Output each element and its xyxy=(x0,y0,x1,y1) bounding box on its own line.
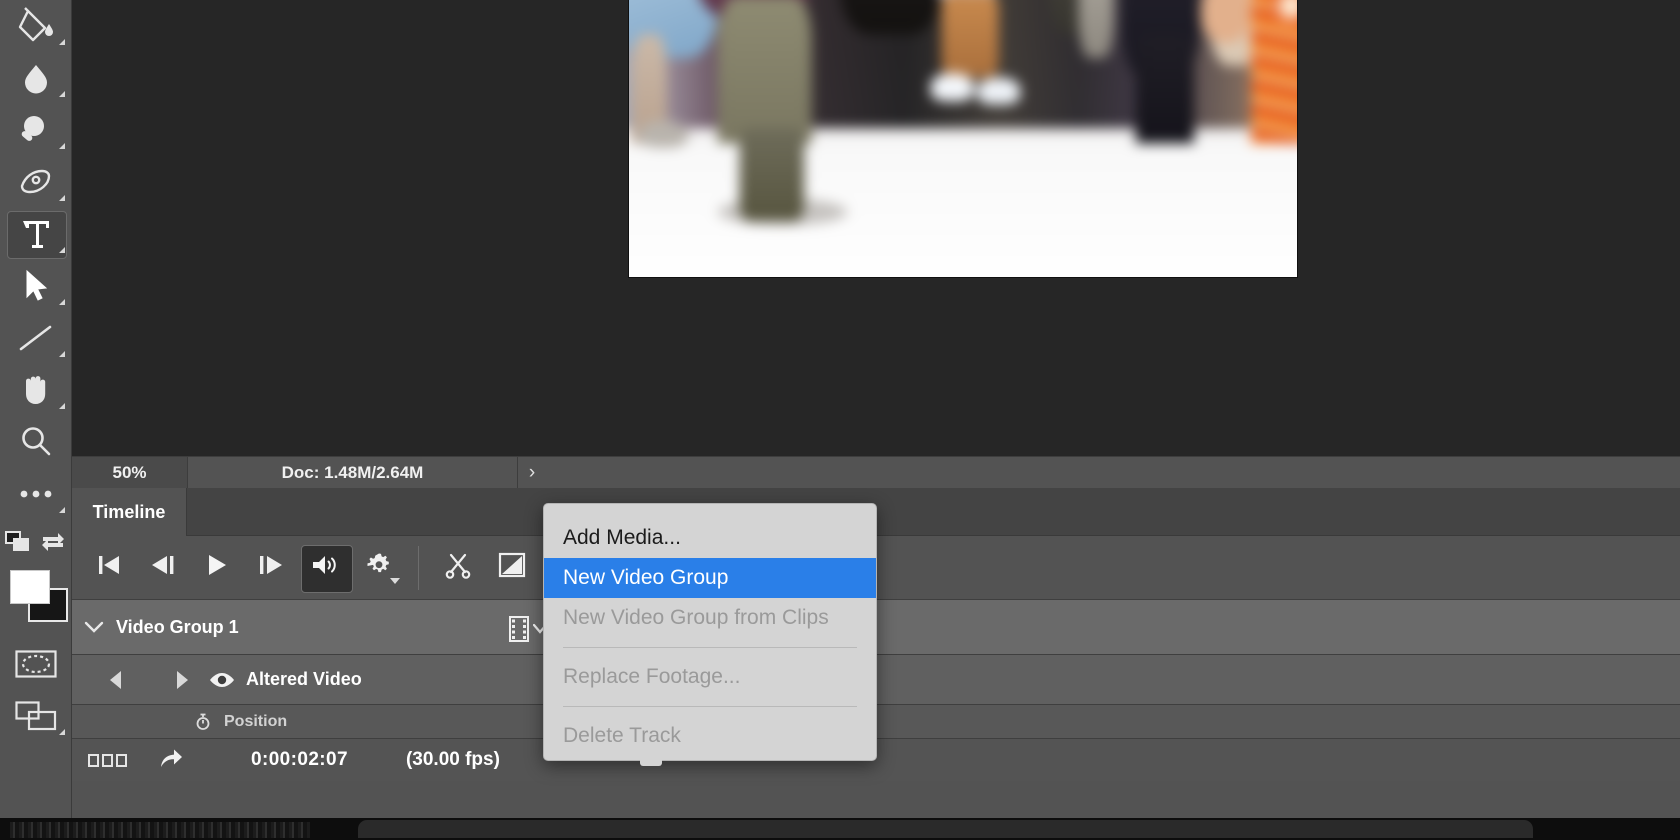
transition-button[interactable] xyxy=(485,544,539,592)
line-tool[interactable] xyxy=(0,312,72,364)
menu-item-add-media[interactable]: Add Media... xyxy=(544,518,876,558)
type-text-icon xyxy=(21,218,51,250)
screen-mode-button[interactable] xyxy=(0,690,72,742)
step-forward-icon xyxy=(257,554,285,581)
screen-mode-icon xyxy=(15,701,57,731)
render-video-button[interactable] xyxy=(157,746,185,775)
menu-item-new-video-group-from-clips[interactable]: New Video Group from Clips xyxy=(544,598,876,638)
speaker-audio-icon xyxy=(310,553,340,582)
arrow-cursor-icon xyxy=(23,269,49,303)
tool-corner-icon xyxy=(59,299,65,305)
type-tool[interactable] xyxy=(0,208,72,260)
chevron-down-icon xyxy=(390,577,400,584)
line-icon xyxy=(18,323,54,353)
default-colors-button[interactable] xyxy=(0,531,36,553)
paint-bucket-icon xyxy=(16,7,56,45)
video-frame-image xyxy=(629,0,1297,277)
photoshop-window: 50% Doc: 1.48M/2.64M › Timeline Video Gr… xyxy=(0,0,1680,840)
water-drop-icon xyxy=(19,60,53,96)
document-canvas[interactable] xyxy=(628,0,1298,278)
share-arrow-icon xyxy=(161,749,182,767)
audio-button[interactable] xyxy=(298,544,353,593)
filmstrip-icon[interactable] xyxy=(508,616,547,642)
menu-separator xyxy=(563,647,857,648)
menu-item-replace-footage[interactable]: Replace Footage... xyxy=(544,657,876,697)
previous-clip-button[interactable] xyxy=(96,670,136,690)
settings-gear-button[interactable] xyxy=(352,544,406,592)
color-swatches[interactable] xyxy=(0,564,72,638)
paint-bucket-tool[interactable] xyxy=(0,0,72,52)
horizontal-scrollbar[interactable] xyxy=(358,820,1533,838)
video-group-label: Video Group 1 xyxy=(116,616,239,637)
blur-tool[interactable] xyxy=(0,52,72,104)
dodge-icon xyxy=(17,112,55,148)
ellipsis-icon xyxy=(18,487,54,501)
status-bar: 50% Doc: 1.48M/2.64M › xyxy=(72,456,1680,489)
tool-corner-icon xyxy=(59,91,65,97)
swap-colors-button[interactable] xyxy=(36,531,72,553)
default-colors-icon xyxy=(4,531,29,551)
menu-separator xyxy=(563,706,857,707)
dock-thumbnails xyxy=(10,822,310,838)
transition-icon xyxy=(498,552,526,583)
menu-item-delete-track[interactable]: Delete Track xyxy=(544,716,876,756)
skip-to-start-icon xyxy=(96,554,122,581)
tool-corner-icon xyxy=(59,39,65,45)
tool-corner-icon xyxy=(59,729,65,735)
pen-nib-icon xyxy=(16,165,56,199)
tool-corner-icon xyxy=(59,195,65,201)
path-selection-tool[interactable] xyxy=(0,260,72,312)
layer-name-label: Altered Video xyxy=(246,669,362,689)
foreground-color-swatch[interactable] xyxy=(10,570,50,604)
play-button[interactable] xyxy=(190,544,244,592)
frame-rate-label[interactable]: (30.00 fps) xyxy=(406,749,500,771)
hand-tool[interactable] xyxy=(0,364,72,416)
scissors-icon xyxy=(444,551,472,584)
current-timecode[interactable]: 0:00:02:07 xyxy=(251,749,348,771)
frame-cell-icon xyxy=(88,753,99,767)
tool-corner-icon xyxy=(59,247,65,253)
zoom-level-field[interactable]: 50% xyxy=(72,456,188,489)
tool-corner-icon xyxy=(59,507,65,513)
convert-to-frame-animation-button[interactable] xyxy=(88,753,127,767)
status-expand-arrow-icon[interactable]: › xyxy=(518,462,546,484)
canvas-workspace[interactable] xyxy=(72,0,1680,456)
edit-toolbar-tool[interactable] xyxy=(0,468,72,520)
frame-cell-icon xyxy=(116,753,127,767)
quick-mask-icon xyxy=(15,650,57,678)
timeline-context-menu[interactable]: Add Media... New Video Group New Video G… xyxy=(543,503,877,761)
swap-arrows-icon xyxy=(42,533,65,551)
play-icon xyxy=(205,553,229,582)
tools-panel xyxy=(0,0,72,840)
go-to-first-frame-button[interactable] xyxy=(82,544,136,592)
eye-icon xyxy=(210,672,234,687)
layer-visibility-toggle[interactable] xyxy=(202,670,242,690)
step-back-icon xyxy=(149,554,177,581)
tool-corner-icon xyxy=(59,403,65,409)
menu-item-new-video-group[interactable]: New Video Group xyxy=(544,558,876,598)
tool-corner-icon xyxy=(59,143,65,149)
pen-tool[interactable] xyxy=(0,156,72,208)
previous-frame-button[interactable] xyxy=(136,544,190,592)
context-menu-nub xyxy=(640,757,662,766)
frame-cell-icon xyxy=(102,753,113,767)
stopwatch-icon[interactable] xyxy=(194,713,212,731)
dodge-tool[interactable] xyxy=(0,104,72,156)
hand-icon xyxy=(18,372,54,408)
tab-timeline[interactable]: Timeline xyxy=(72,488,187,536)
bottom-dock-strip xyxy=(0,818,1680,840)
toolbar-divider xyxy=(418,545,419,590)
quick-mask-button[interactable] xyxy=(0,638,72,690)
document-info-field[interactable]: Doc: 1.48M/2.64M xyxy=(188,456,518,489)
gear-icon xyxy=(366,552,392,583)
next-clip-button[interactable] xyxy=(162,670,202,690)
property-name-label: Position xyxy=(224,712,288,730)
tool-corner-icon xyxy=(59,351,65,357)
next-frame-button[interactable] xyxy=(244,544,298,592)
magnifier-icon xyxy=(18,424,54,460)
expand-collapse-chevron-icon[interactable] xyxy=(72,620,116,634)
zoom-tool[interactable] xyxy=(0,416,72,468)
split-clip-button[interactable] xyxy=(431,544,485,592)
